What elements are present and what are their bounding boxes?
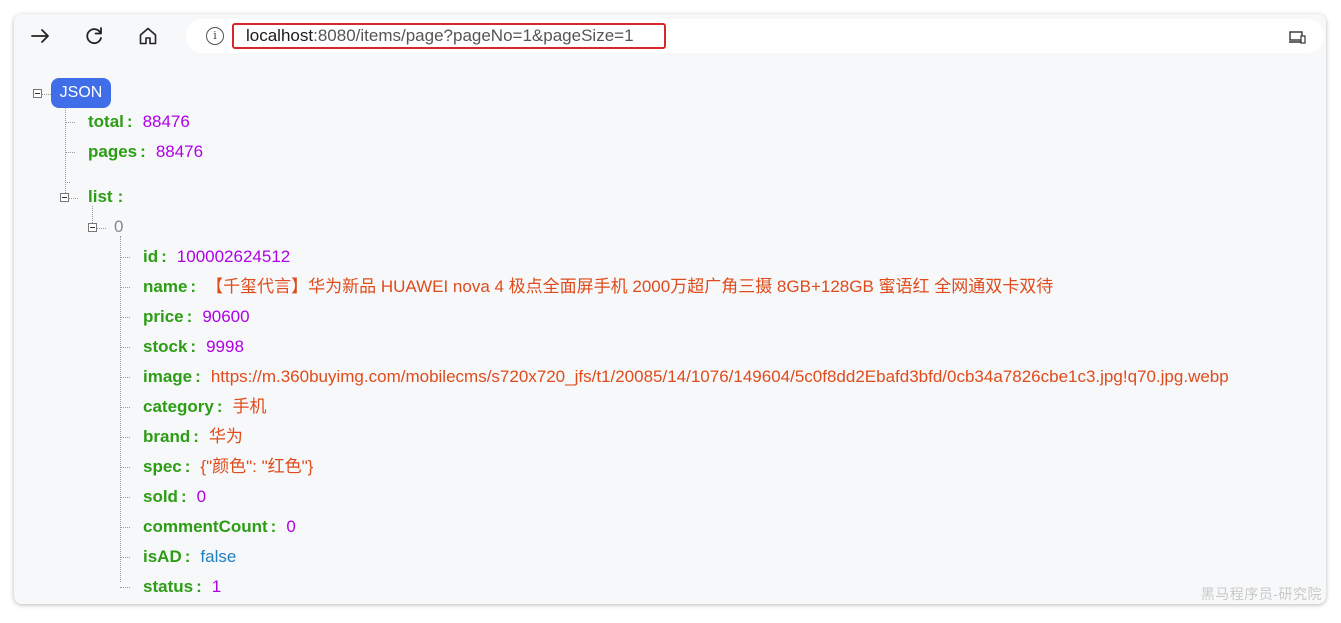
json-row: list: (88, 187, 124, 206)
tree-connector (69, 198, 78, 199)
json-value: 0 (286, 517, 296, 536)
json-value: 100002624512 (176, 247, 291, 266)
list-index: 0 (114, 217, 124, 236)
json-row: spec: {"颜色": "红色"} (143, 457, 314, 476)
json-key: brand (143, 427, 191, 446)
json-value: false (200, 547, 237, 566)
device-icon[interactable] (1288, 28, 1306, 46)
json-row: isAD: false (143, 547, 237, 566)
collapse-toggle-item[interactable] (88, 223, 97, 232)
json-row: total:88476 (88, 112, 190, 131)
json-key: pages (88, 142, 138, 161)
json-row: pages:88476 (88, 142, 204, 161)
json-key: image (143, 367, 193, 386)
json-key: stock (143, 337, 188, 356)
url-host: localhost (246, 26, 314, 45)
tree-connector (120, 287, 130, 288)
json-key: status (143, 577, 194, 596)
json-value: https://m.360buyimg.com/mobilecms/s720x7… (210, 367, 1229, 386)
home-icon[interactable] (132, 20, 164, 52)
tree-connector (120, 467, 130, 468)
json-key: price (143, 307, 184, 326)
url-highlight-box[interactable]: localhost:8080/items/page?pageNo=1&pageS… (232, 23, 666, 49)
json-key: total (88, 112, 124, 131)
json-value: 88476 (142, 112, 190, 131)
tree-connector (120, 317, 130, 318)
json-row: image: https://m.360buyimg.com/mobilecms/… (143, 367, 1229, 386)
json-key: list (88, 187, 113, 206)
collapse-toggle-list[interactable] (60, 193, 69, 202)
collapse-toggle-root[interactable] (33, 89, 42, 98)
tree-connector (120, 497, 130, 498)
json-row: category: 手机 (143, 397, 267, 416)
tree-connector (120, 587, 130, 588)
address-bar[interactable]: i localhost:8080/items/page?pageNo=1&pag… (186, 19, 1324, 53)
json-key: category (143, 397, 214, 416)
tree-connector (120, 557, 130, 558)
reload-icon[interactable] (78, 20, 110, 52)
tree-connector (120, 407, 130, 408)
tree-connector (120, 377, 130, 378)
tree-line-list (92, 206, 93, 223)
json-value: 华为 (208, 427, 243, 446)
json-row: price:90600 (143, 307, 250, 326)
json-value: 90600 (202, 307, 250, 326)
json-row: sold:0 (143, 487, 207, 506)
json-value: {"颜色": "红色"} (200, 457, 314, 476)
json-key: commentCount (143, 517, 268, 536)
info-icon[interactable]: i (206, 27, 224, 45)
tree-connector (65, 152, 75, 153)
json-root-badge[interactable]: JSON (51, 78, 111, 108)
json-value: 1 (211, 577, 222, 596)
json-value: 9998 (206, 337, 244, 356)
json-key: name (143, 277, 188, 296)
tree-connector (65, 182, 70, 183)
json-viewer: JSON total:88476 pages:88476 list: 0 id:… (14, 56, 1326, 604)
json-value: 0 (196, 487, 207, 506)
json-row: commentCount:0 (143, 517, 296, 536)
tree-connector (97, 228, 106, 229)
watermark: 黑马程序员-研究院 (1200, 587, 1322, 603)
tree-connector (120, 527, 130, 528)
tree-line-root (65, 108, 66, 193)
tree-connector (120, 257, 130, 258)
json-key: sold (143, 487, 178, 506)
json-row: status:1 (143, 577, 222, 596)
json-value: 88476 (155, 142, 204, 161)
url-path: :8080/items/page?pageNo=1&pageSize=1 (313, 26, 634, 45)
json-row: id:100002624512 (143, 247, 291, 266)
json-row: brand: 华为 (143, 427, 243, 446)
json-key: spec (143, 457, 182, 476)
browser-window: i localhost:8080/items/page?pageNo=1&pag… (14, 14, 1326, 604)
tree-connector (65, 122, 75, 123)
tree-connector (42, 94, 51, 95)
json-value: 手机 (232, 397, 267, 416)
tree-connector (120, 347, 130, 348)
back-arrow-icon[interactable] (24, 20, 56, 52)
json-key: isAD (143, 547, 182, 566)
json-row: stock:9998 (143, 337, 244, 356)
tree-connector (120, 437, 130, 438)
browser-toolbar: i localhost:8080/items/page?pageNo=1&pag… (14, 14, 1326, 56)
json-key: id (143, 247, 159, 266)
json-value: 【千玺代言】华为新品 HUAWEI nova 4 极点全面屏手机 2000万超广… (206, 277, 1054, 296)
json-row: name: 【千玺代言】华为新品 HUAWEI nova 4 极点全面屏手机 20… (143, 277, 1054, 296)
